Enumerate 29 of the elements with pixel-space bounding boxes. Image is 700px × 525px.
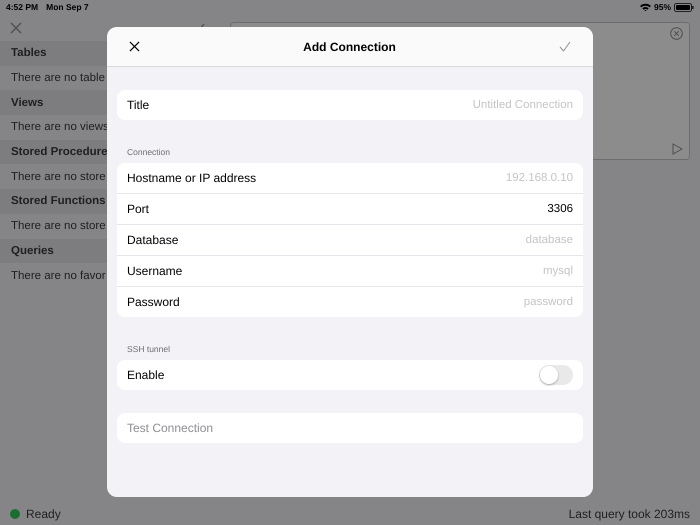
field-label: Hostname or IP address <box>127 171 256 185</box>
close-icon[interactable] <box>129 41 140 52</box>
field-label: Title <box>127 98 150 112</box>
query-time: Last query took 203ms <box>568 507 690 521</box>
input-field[interactable]: mysql <box>182 265 573 277</box>
field-label: Port <box>127 202 150 216</box>
section-header: SSH tunnel <box>126 344 171 356</box>
status-dot <box>10 509 20 519</box>
toggle-switch[interactable] <box>539 365 573 385</box>
empty-message: There are no store <box>10 219 106 234</box>
empty-message: There are no store <box>10 170 106 185</box>
play-icon[interactable] <box>672 143 683 155</box>
wifi-icon <box>640 3 651 11</box>
dialog-title: Add Connection <box>303 40 396 54</box>
battery-icon <box>674 2 694 12</box>
status-date: Mon Sep 7 <box>46 2 89 12</box>
toggle-label: Enable <box>127 368 164 382</box>
input-field[interactable]: password <box>180 296 573 308</box>
section-header: Connection <box>126 147 172 159</box>
input-field[interactable]: 192.168.0.10 <box>256 172 573 184</box>
clear-icon[interactable] <box>670 27 683 40</box>
empty-message: There are no table <box>10 71 105 86</box>
field-label: Password <box>127 295 180 309</box>
empty-message: There are no favor <box>10 268 106 284</box>
status-time: 4:52 PM <box>6 2 38 12</box>
field-label: Username <box>127 264 182 278</box>
battery-percent: 95% <box>654 2 671 12</box>
check-icon[interactable] <box>559 41 571 52</box>
status-text: Ready <box>26 507 61 521</box>
